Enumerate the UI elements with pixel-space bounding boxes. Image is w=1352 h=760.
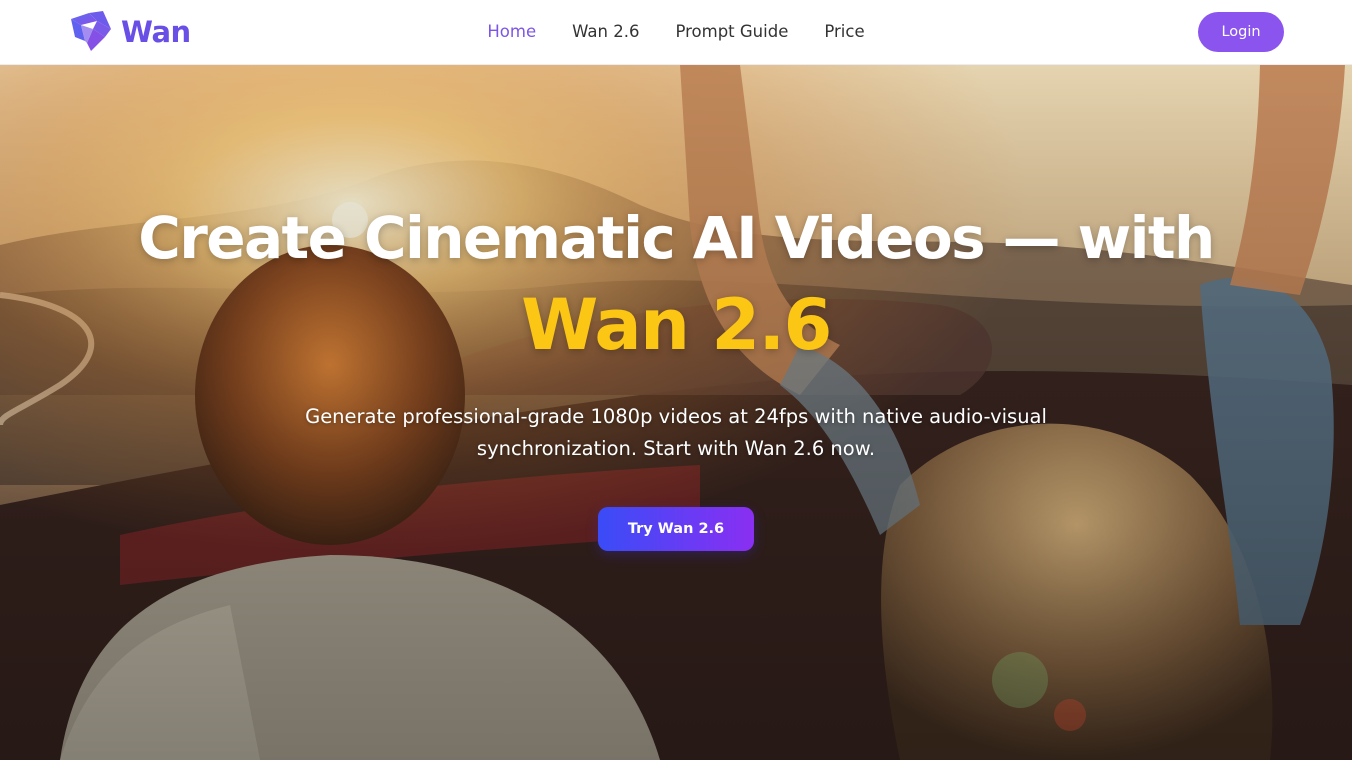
hero-content: Create Cinematic AI Videos — with Wan 2.… [0, 65, 1352, 760]
top-navbar: Wan Home Wan 2.6 Prompt Guide Price Logi… [0, 0, 1352, 65]
hero-subtitle: Generate professional-grade 1080p videos… [305, 405, 1047, 460]
hero-title-accent: Wan 2.6 [521, 284, 832, 366]
try-wan-button[interactable]: Try Wan 2.6 [598, 507, 754, 551]
nav-item-wan-2-6[interactable]: Wan 2.6 [554, 20, 657, 44]
hero-section: Create Cinematic AI Videos — with Wan 2.… [0, 65, 1352, 760]
nav-item-home[interactable]: Home [469, 20, 554, 44]
nav-item-price[interactable]: Price [806, 20, 882, 44]
nav-item-prompt-guide[interactable]: Prompt Guide [657, 20, 806, 44]
hero-title: Create Cinematic AI Videos — with [138, 204, 1215, 272]
login-button[interactable]: Login [1198, 12, 1284, 52]
main-nav: Home Wan 2.6 Prompt Guide Price [0, 20, 1352, 44]
